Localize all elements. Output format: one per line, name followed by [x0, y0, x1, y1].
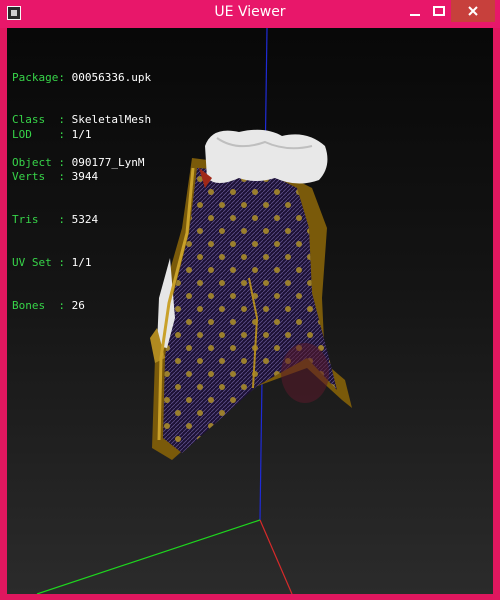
info-value: 1/1 — [71, 127, 92, 141]
y-axis-line — [36, 519, 261, 594]
info-label: Bones : — [12, 299, 65, 313]
minimize-icon — [410, 14, 420, 16]
title-bar[interactable]: UE Viewer — [0, 0, 500, 28]
maximize-icon — [433, 6, 445, 16]
info-value: 00056336.upk — [71, 70, 152, 84]
3d-viewport[interactable]: Package: 00056336.upk Class : SkeletalMe… — [7, 28, 493, 594]
close-icon — [468, 6, 478, 16]
mesh-stats-panel: LOD : 1/1 Verts : 3944 Tris : 5324 UV Se… — [12, 99, 98, 342]
close-button[interactable] — [451, 0, 495, 22]
info-label: LOD : — [12, 127, 65, 141]
info-label: Tris : — [12, 213, 65, 227]
info-label: Verts : — [12, 170, 65, 184]
info-value: 26 — [71, 299, 85, 313]
info-value: 3944 — [71, 170, 99, 184]
info-row-verts: Verts : 3944 — [12, 170, 98, 184]
minimize-button[interactable] — [404, 0, 426, 22]
maximize-button[interactable] — [428, 0, 450, 22]
coat-mesh — [150, 129, 352, 460]
info-row-tris: Tris : 5324 — [12, 213, 98, 227]
info-label: UV Set : — [12, 256, 65, 270]
info-value: 1/1 — [71, 256, 92, 270]
info-label: Package: — [12, 70, 65, 84]
info-row-uvset: UV Set : 1/1 — [12, 256, 98, 270]
info-row-bones: Bones : 26 — [12, 299, 98, 313]
info-row-lod: LOD : 1/1 — [12, 128, 98, 142]
info-row-package: Package: 00056336.upk — [12, 71, 151, 85]
x-axis-line — [259, 519, 293, 594]
info-value: 5324 — [71, 213, 99, 227]
app-window: UE Viewer Package: 00056336.upk Class: … — [0, 0, 500, 600]
